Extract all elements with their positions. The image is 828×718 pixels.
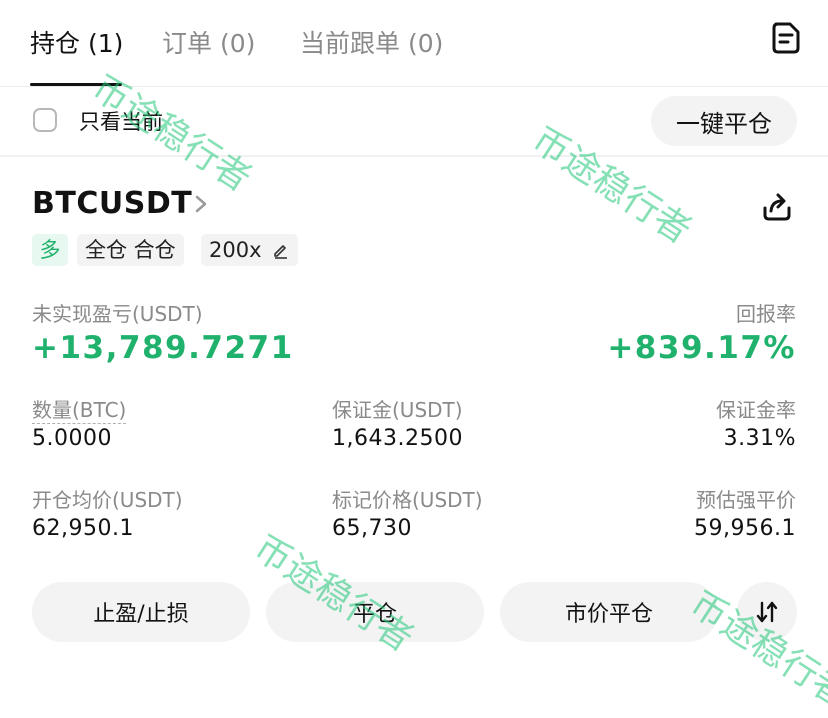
margin-mode-tag[interactable]: 全仓 合仓 <box>77 234 184 266</box>
margin-value: 1,643.2500 <box>332 426 463 451</box>
quantity-label-text: 数量(BTC) <box>32 398 127 424</box>
close-all-button[interactable]: 一键平仓 <box>651 96 797 146</box>
section-divider <box>0 155 828 157</box>
edit-pencil-icon <box>273 245 287 259</box>
margin-label: 保证金(USDT) <box>332 398 463 422</box>
side-tag: 多 <box>32 234 68 266</box>
tab-copy-trades[interactable]: 当前跟单 (0) <box>300 24 443 60</box>
liquidation-price-label: 预估强平价 <box>696 488 796 512</box>
entry-price-value: 62,950.1 <box>32 516 134 541</box>
quantity-value: 5.0000 <box>32 426 112 451</box>
market-close-button[interactable]: 市价平仓 <box>500 582 718 642</box>
tab-positions[interactable]: 持仓 (1) <box>30 24 123 60</box>
entry-price-label: 开仓均价(USDT) <box>32 488 183 512</box>
position-tabs: 持仓 (1) 订单 (0) 当前跟单 (0) <box>0 0 828 86</box>
filter-row: 只看当前 一键平仓 <box>0 88 828 154</box>
tab-divider <box>0 86 828 87</box>
reverse-position-button[interactable] <box>737 582 797 642</box>
margin-ratio-label: 保证金率 <box>716 398 796 422</box>
tab-orders[interactable]: 订单 (0) <box>162 24 255 60</box>
mark-price-value: 65,730 <box>332 516 412 541</box>
document-list-icon[interactable] <box>768 20 804 56</box>
margin-ratio-value: 3.31% <box>723 426 796 451</box>
unrealized-pnl-label: 未实现盈亏(USDT) <box>32 302 203 326</box>
liquidation-price-value: 59,956.1 <box>694 516 796 541</box>
swap-arrows-icon <box>756 601 778 623</box>
leverage-tag[interactable]: 200x <box>201 234 298 266</box>
unrealized-pnl-value: +13,789.7271 <box>32 330 294 366</box>
tp-sl-button[interactable]: 止盈/止损 <box>32 582 250 642</box>
share-icon[interactable] <box>760 190 794 224</box>
roe-label: 回报率 <box>736 302 796 326</box>
chevron-right-icon[interactable] <box>190 191 212 217</box>
leverage-value: 200x <box>209 238 262 262</box>
symbol-title[interactable]: BTCUSDT <box>32 186 192 221</box>
close-position-button[interactable]: 平仓 <box>266 582 484 642</box>
show-current-label[interactable]: 只看当前 <box>79 106 163 136</box>
mark-price-label: 标记价格(USDT) <box>332 488 483 512</box>
roe-value: +839.17% <box>607 330 796 366</box>
quantity-label[interactable]: 数量(BTC) <box>32 394 127 424</box>
show-current-checkbox[interactable] <box>33 108 57 132</box>
